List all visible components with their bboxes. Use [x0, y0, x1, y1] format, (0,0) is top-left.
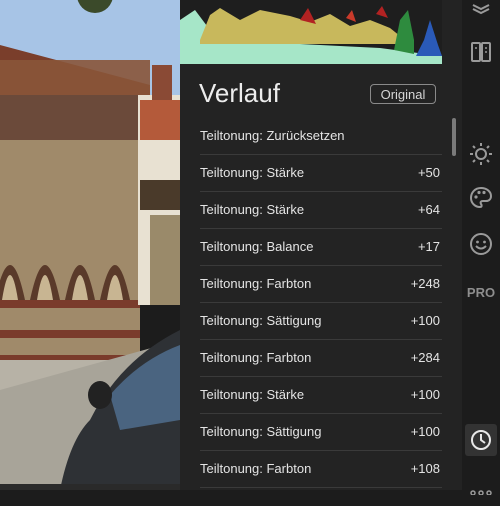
layers-button[interactable]: [465, 0, 497, 24]
history-item-value: +50: [417, 165, 440, 180]
history-item-label: Teiltonung: Stärke: [200, 165, 305, 180]
layers-icon: [472, 4, 490, 15]
history-item-label: Teiltonung: Stärke: [200, 202, 305, 217]
history-item[interactable]: Teiltonung: Zurücksetzen: [200, 118, 442, 155]
panel-header: Verlauf Original: [180, 64, 462, 118]
history-item-label: Teiltonung: Farbton: [200, 350, 312, 365]
history-icon: [471, 430, 491, 450]
right-toolbar: PRO: [462, 0, 500, 495]
history-item-label: Teiltonung: Zurücksetzen: [200, 128, 345, 143]
history-item-value: +100: [410, 387, 440, 402]
history-item[interactable]: Teiltonung: Sättigung +100: [200, 303, 442, 340]
history-item-label: Teiltonung: Balance: [200, 239, 314, 254]
pro-badge: PRO: [466, 284, 496, 300]
histogram: [180, 0, 442, 64]
history-item-value: +100: [410, 313, 440, 328]
compare-button[interactable]: [465, 36, 497, 68]
original-button[interactable]: Original: [370, 84, 436, 104]
compare-icon: [471, 42, 491, 62]
history-item-value: +17: [417, 239, 440, 254]
history-item[interactable]: Teiltonung: Stärke +50: [200, 155, 442, 192]
light-button[interactable]: [465, 138, 497, 170]
color-button[interactable]: [465, 182, 497, 214]
history-item-label: Teiltonung: Sättigung: [200, 313, 322, 328]
history-item[interactable]: Teiltonung: Sättigung +100: [200, 414, 442, 451]
history-item[interactable]: Teiltonung: Farbton +108: [200, 451, 442, 488]
history-item[interactable]: Teiltonung: Farbton +248: [200, 266, 442, 303]
history-item-label: Teiltonung: Sättigung: [200, 424, 322, 439]
history-item-value: +64: [417, 202, 440, 217]
more-icon: [470, 490, 492, 495]
history-item[interactable]: Teiltonung: Balance +17: [200, 229, 442, 266]
history-item-value: +100: [410, 424, 440, 439]
history-item-label: Teiltonung: Stärke: [200, 387, 305, 402]
photo-preview: [0, 0, 180, 490]
panel-title: Verlauf: [199, 78, 280, 108]
history-button[interactable]: [465, 424, 497, 456]
history-item-value: +284: [410, 350, 440, 365]
pro-button[interactable]: PRO: [465, 276, 497, 308]
history-list[interactable]: Teiltonung: Zurücksetzen Teiltonung: Stä…: [180, 118, 450, 490]
history-item-value: +248: [410, 276, 440, 291]
history-item-label: Teiltonung: Farbton: [200, 461, 312, 476]
history-item-value: +108: [410, 461, 440, 476]
history-panel: Verlauf Original Teiltonung: Zurücksetze…: [180, 0, 462, 490]
face-icon: [470, 233, 492, 255]
history-item-label: Teiltonung: Farbton: [200, 276, 312, 291]
scrollbar[interactable]: [452, 118, 456, 156]
history-item[interactable]: Teiltonung: Stärke +64: [200, 192, 442, 229]
palette-icon: [469, 186, 493, 209]
more-button[interactable]: [465, 474, 497, 506]
history-item[interactable]: Teiltonung: Farbton +284: [200, 340, 442, 377]
portrait-button[interactable]: [465, 228, 497, 260]
history-item[interactable]: Teiltonung: Stärke +100: [200, 377, 442, 414]
sun-icon: [470, 143, 492, 165]
